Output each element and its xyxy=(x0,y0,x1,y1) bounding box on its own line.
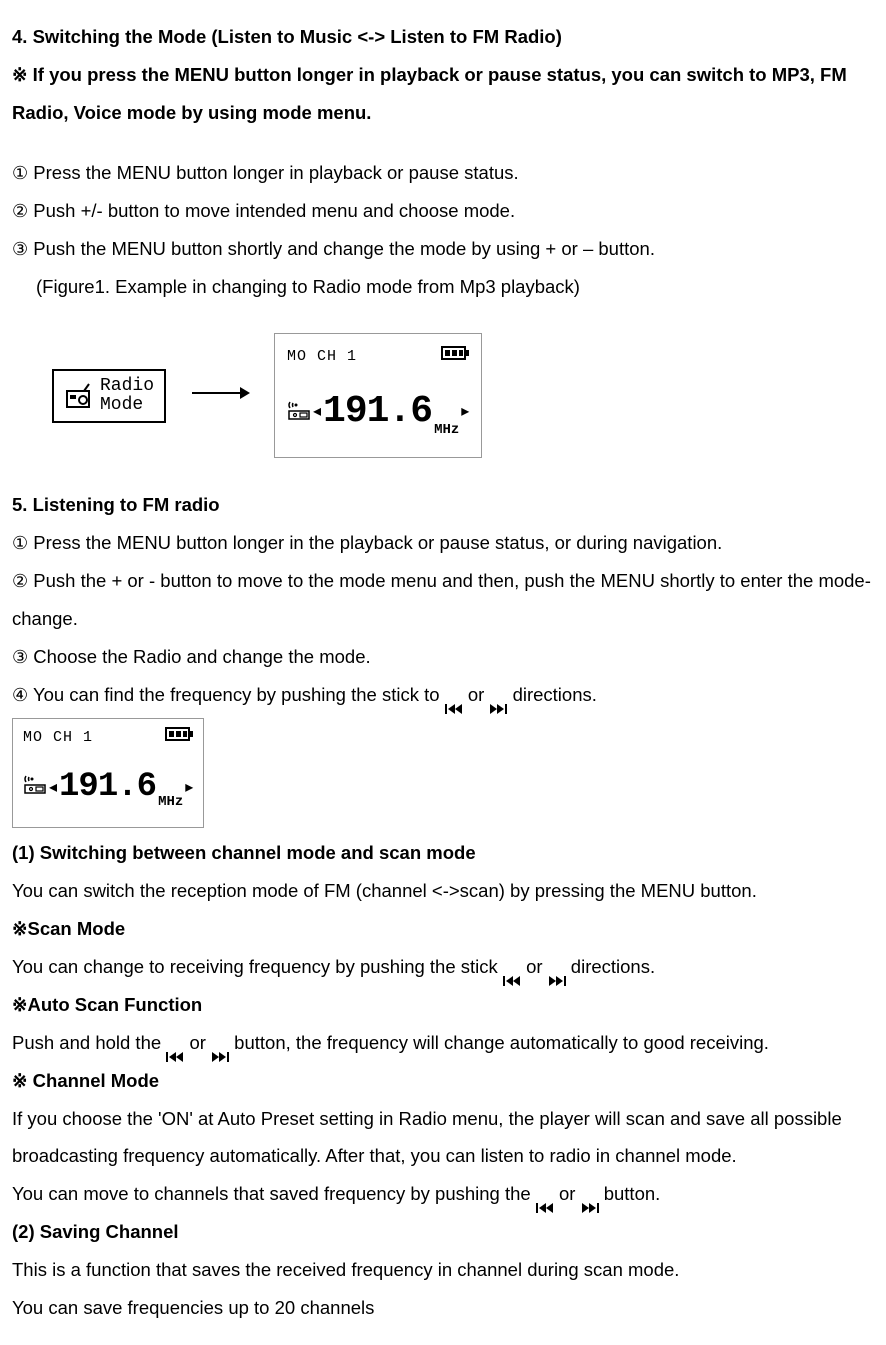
s5-step-2-text: Push the + or - button to move to the mo… xyxy=(12,570,871,629)
step-number-2-icon: ② xyxy=(12,571,28,591)
triangle-left-icon: ◂ xyxy=(49,772,57,805)
s5-step-2: ② Push the + or - button to move to the … xyxy=(12,562,874,638)
fm-radio-display-small: MO CH 1 ◂ 191.6 MHz ▸ xyxy=(12,718,204,828)
subsection-2-p2: You can save frequencies up to 20 channe… xyxy=(12,1289,874,1327)
figure-1-caption: (Figure1. Example in changing to Radio m… xyxy=(12,268,874,306)
step-number-1-icon: ① xyxy=(12,163,28,183)
mode-channel-label: MO CH 1 xyxy=(287,342,357,373)
reference-mark-icon: ※ xyxy=(12,918,28,939)
auto-scan-heading: ※Auto Scan Function xyxy=(12,986,874,1024)
next-track-icon xyxy=(211,1038,229,1050)
previous-track-icon xyxy=(445,690,463,702)
subsection-1-text: You can switch the reception mode of FM … xyxy=(12,872,874,910)
step-number-4-icon: ④ xyxy=(12,685,28,705)
step-3: ③ Push the MENU button shortly and chang… xyxy=(12,230,874,268)
auto-scan-text: Push and hold the or button, the frequen… xyxy=(12,1024,874,1062)
frequency-value: 191.6 xyxy=(323,373,432,451)
triangle-right-icon: ▸ xyxy=(185,772,193,805)
next-track-icon xyxy=(489,690,507,702)
frequency-unit: MHz xyxy=(434,416,459,451)
figure-1: Radio Mode MO CH 1 xyxy=(12,305,874,486)
scan-mode-text: You can change to receiving frequency by… xyxy=(12,948,874,986)
s5-step-3: ③ Choose the Radio and change the mode. xyxy=(12,638,874,676)
scan-mode-heading: ※Scan Mode xyxy=(12,910,874,948)
frequency-value: 191.6 xyxy=(59,753,156,823)
previous-track-icon xyxy=(503,962,521,974)
s5-step-4-text-b: or xyxy=(468,684,490,705)
next-track-icon xyxy=(548,962,566,974)
step-1: ① Press the MENU button longer in playba… xyxy=(12,154,874,192)
step-3-text: Push the MENU button shortly and change … xyxy=(33,238,655,259)
subsection-2-heading: (2) Saving Channel xyxy=(12,1213,874,1251)
auto-scan-title: Auto Scan Function xyxy=(28,994,203,1015)
mode-channel-label: MO CH 1 xyxy=(23,723,93,754)
triangle-right-icon: ▸ xyxy=(461,396,469,429)
triangle-left-icon: ◂ xyxy=(313,396,321,429)
step-2: ② Push +/- button to move intended menu … xyxy=(12,192,874,230)
reference-mark-icon: ※ xyxy=(12,64,28,85)
s5-step-3-text: Choose the Radio and change the mode. xyxy=(33,646,370,667)
channel-mode-heading: ※ Channel Mode xyxy=(12,1062,874,1100)
step-2-text: Push +/- button to move intended menu an… xyxy=(33,200,515,221)
antenna-icon xyxy=(23,772,47,810)
s5-step-4-text-c: directions. xyxy=(513,684,597,705)
section-5-heading: 5. Listening to FM radio xyxy=(12,486,874,524)
reference-mark-icon: ※ xyxy=(12,1070,28,1091)
s5-step-4-text-a: You can find the frequency by pushing th… xyxy=(33,684,445,705)
battery-icon xyxy=(441,342,469,373)
s5-step-1: ① Press the MENU button longer in the pl… xyxy=(12,524,874,562)
channel-mode-p2: You can move to channels that saved freq… xyxy=(12,1175,874,1213)
step-1-text: Press the MENU button longer in playback… xyxy=(33,162,518,183)
previous-track-icon xyxy=(536,1189,554,1201)
next-track-icon xyxy=(581,1189,599,1201)
fm-radio-display: MO CH 1 xyxy=(274,333,482,458)
channel-mode-title: Channel Mode xyxy=(28,1070,160,1091)
s5-step-1-text: Press the MENU button longer in the play… xyxy=(33,532,722,553)
antenna-icon xyxy=(287,398,311,436)
step-number-2-icon: ② xyxy=(12,201,28,221)
section-4-note: ※ If you press the MENU button longer in… xyxy=(12,56,874,132)
subsection-1-heading: (1) Switching between channel mode and s… xyxy=(12,834,874,872)
channel-mode-p1: If you choose the 'ON' at Auto Preset se… xyxy=(12,1100,874,1176)
radio-mode-label: Radio Mode xyxy=(100,377,154,415)
step-number-3-icon: ③ xyxy=(12,647,28,667)
note-text: If you press the MENU button longer in p… xyxy=(12,64,847,123)
s5-step-4: ④ You can find the frequency by pushing … xyxy=(12,676,874,714)
frequency-unit: MHz xyxy=(158,788,183,823)
reference-mark-icon: ※ xyxy=(12,994,28,1015)
battery-icon xyxy=(165,723,193,754)
previous-track-icon xyxy=(166,1038,184,1050)
radio-mode-menu-item: Radio Mode xyxy=(52,369,166,423)
radio-icon xyxy=(64,382,92,410)
section-4-heading: 4. Switching the Mode (Listen to Music <… xyxy=(12,18,874,56)
scan-mode-title: Scan Mode xyxy=(28,918,126,939)
subsection-2-p1: This is a function that saves the receiv… xyxy=(12,1251,874,1289)
arrow-right-icon xyxy=(190,377,250,415)
step-number-3-icon: ③ xyxy=(12,239,28,259)
step-number-1-icon: ① xyxy=(12,533,28,553)
